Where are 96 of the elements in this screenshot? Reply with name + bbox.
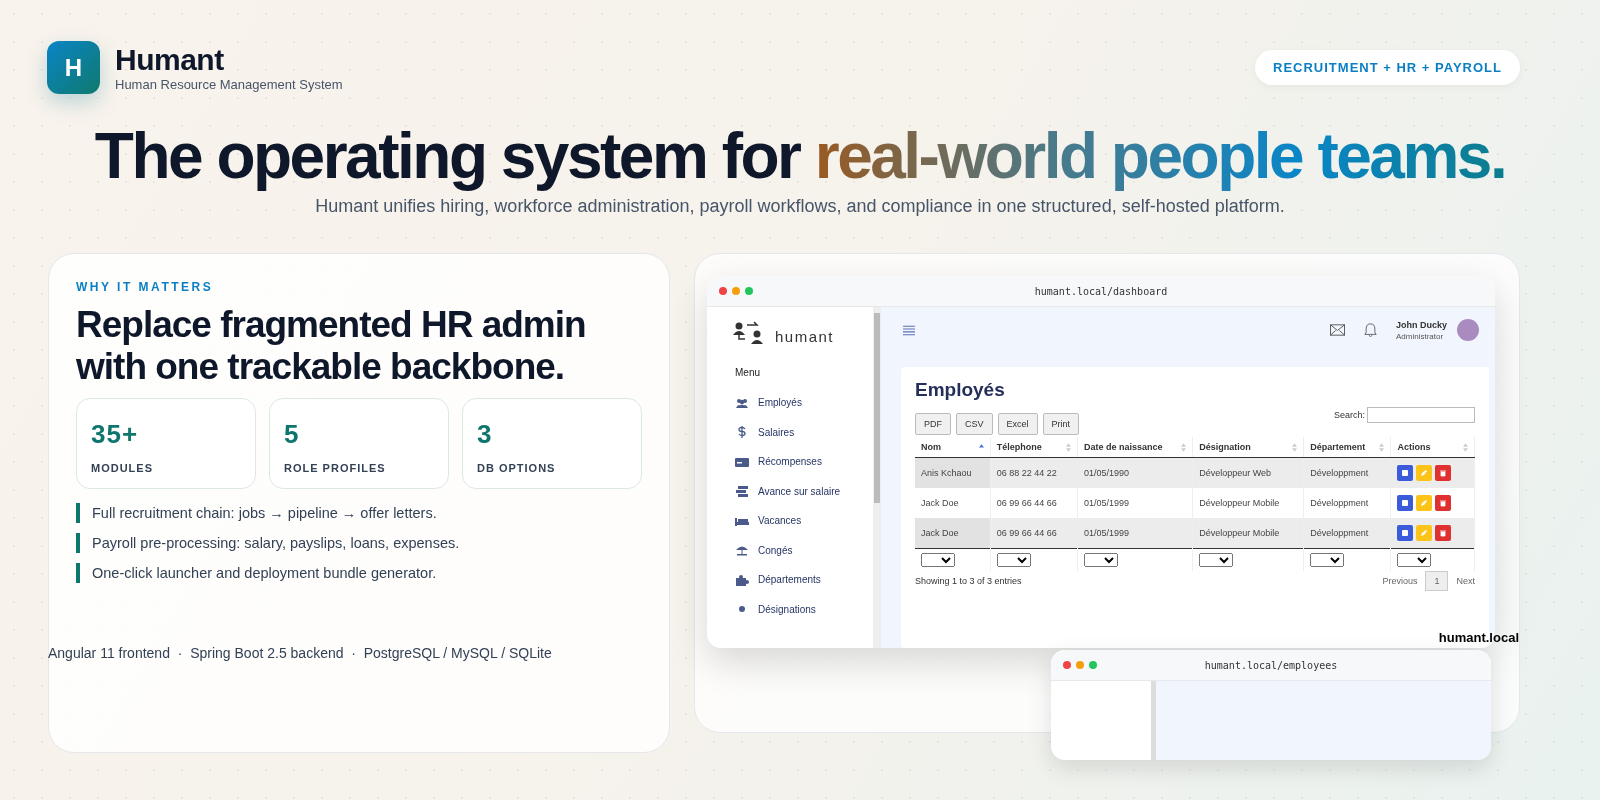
mail-icon[interactable] [1330, 323, 1345, 337]
stat-value: 3 [477, 419, 494, 450]
preview-caption: humant.local [1438, 630, 1519, 645]
filter-dropdown[interactable] [1199, 553, 1234, 567]
users-icon [735, 396, 749, 409]
table-cell: Développeur Mobile [1192, 518, 1304, 549]
stat-value: 35+ [91, 419, 140, 450]
filter-dropdown[interactable] [996, 553, 1031, 567]
nav-item[interactable]: Vacances [735, 506, 802, 536]
column-header[interactable]: Nom [915, 437, 991, 458]
umbrella-icon [735, 544, 749, 557]
tech-stack-line: Angular 11 frontend · Spring Boot 2.5 backend · PostgreSQL / MySQL / SQLite [48, 645, 553, 661]
column-header[interactable]: Actions [1390, 437, 1475, 458]
nav-item[interactable]: Salaires [735, 417, 795, 447]
window-controls-icon[interactable] [719, 287, 753, 295]
document-icon [1401, 469, 1410, 477]
nav-item[interactable]: Avance sur salaire [735, 476, 841, 506]
section-title: Replace fragmented HR admin with one trackable backbone. [76, 304, 587, 388]
card-icon [735, 455, 749, 468]
column-header[interactable]: Désignation [1192, 437, 1304, 458]
nav-item[interactable]: Départements [735, 565, 821, 595]
page-title: Employés [915, 379, 1006, 401]
scrollbar[interactable] [873, 307, 881, 648]
table-cell: 01/05/1999 [1077, 518, 1193, 549]
hero-headline: The operating system for real-world people teams. [93, 120, 1507, 192]
search-field[interactable] [1367, 407, 1475, 423]
previous-link[interactable]: Previous [1382, 576, 1418, 586]
feature-point: One-click launcher and deployment bundle generator. [76, 563, 642, 583]
export-button[interactable]: PDF [915, 413, 951, 435]
trash-icon [1439, 529, 1448, 537]
brand-tagline: Human Resource Management System [115, 77, 343, 92]
feature-point: Full recruitment chain: jobs → pipeline → offer letters. [76, 503, 642, 523]
section-eyebrow: WHY IT MATTERS [76, 280, 215, 294]
puzzle-icon [735, 573, 749, 586]
stat-label: MODULES [91, 462, 154, 474]
url-text: humant.local/employees [1204, 659, 1338, 671]
nav-item[interactable]: Employés [735, 388, 802, 418]
pencil-icon [1420, 469, 1429, 477]
notification-bell-icon[interactable] [1363, 323, 1378, 337]
menu-icon[interactable] [903, 324, 915, 336]
table-cell: Jack Doe [915, 518, 991, 549]
hero-subtitle: Humant unifies hiring, workforce administration, payroll workflows, and compliance in one structured, self-hosted platform. [314, 196, 1286, 217]
document-icon [1401, 529, 1410, 537]
delete-button[interactable] [1435, 525, 1452, 541]
nav-item[interactable]: Désignations [735, 594, 816, 624]
table-cell: 06 99 66 44 66 [990, 518, 1078, 549]
nav-item[interactable]: Récompenses [735, 447, 822, 477]
page-button[interactable]: 1 [1425, 571, 1449, 591]
table-cell: Développment [1303, 457, 1391, 488]
view-button[interactable] [1397, 465, 1414, 481]
app-logo-text: humant [775, 328, 835, 345]
export-button[interactable]: CSV [956, 413, 993, 435]
stat-label: DB OPTIONS [477, 462, 557, 474]
feature-badge: RECRUITMENT + HR + PAYROLL [1255, 50, 1520, 85]
view-button[interactable] [1397, 495, 1414, 511]
table-cell: 01/05/1990 [1077, 457, 1193, 488]
search-label: Search: [1333, 410, 1365, 420]
column-header[interactable]: Département [1303, 437, 1391, 458]
view-button[interactable] [1397, 525, 1414, 541]
filter-dropdown[interactable] [1397, 553, 1432, 567]
delete-button[interactable] [1435, 465, 1452, 481]
delete-button[interactable] [1435, 495, 1452, 511]
filter-dropdown[interactable] [921, 553, 955, 567]
table-row[interactable]: Jack Doe 06 99 66 44 66 01/05/1999 Développeur Mobile Développment [915, 518, 1475, 549]
pencil-icon [1420, 529, 1429, 537]
stat-label: ROLE PROFILES [284, 462, 387, 474]
table-row[interactable]: Anis Kchaou 06 88 22 44 22 01/05/1990 Développeur Web Développment [915, 457, 1475, 488]
logo-icon: H [47, 41, 100, 94]
nav-item[interactable]: Congés [735, 535, 793, 565]
table-cell: Développeur Web [1192, 457, 1304, 488]
entries-info: Showing 1 to 3 of 3 entries [915, 576, 1022, 586]
stack-icon [735, 485, 749, 498]
user-name: John Ducky [1396, 319, 1447, 330]
document-icon [1401, 499, 1410, 507]
trash-icon [1439, 499, 1448, 507]
menu-label: Menu [735, 367, 761, 378]
filter-dropdown[interactable] [1310, 553, 1345, 567]
stat-value: 5 [284, 419, 301, 450]
table-cell: Développment [1303, 518, 1391, 549]
pencil-icon [1420, 499, 1429, 507]
column-header[interactable]: Télephone [990, 437, 1078, 458]
export-button[interactable]: Print [1042, 413, 1080, 435]
table-cell: Anis Kchaou [915, 457, 991, 488]
url-text: humant.local/dashboard [1034, 285, 1168, 297]
export-button[interactable]: Excel [997, 413, 1038, 435]
feature-point: Payroll pre-processing: salary, payslips, loans, expenses. [76, 533, 642, 553]
user-role: Administrator [1396, 331, 1445, 341]
column-header[interactable]: Date de naissance [1077, 437, 1193, 458]
window-controls-icon[interactable] [1063, 661, 1097, 669]
filter-dropdown[interactable] [1083, 553, 1118, 567]
next-link[interactable]: Next [1456, 576, 1475, 586]
money-icon [735, 426, 749, 439]
avatar[interactable] [1457, 319, 1479, 341]
table-cell: 06 88 22 44 22 [990, 457, 1078, 488]
trash-icon [1439, 469, 1448, 477]
brand-name: Humant [115, 43, 225, 77]
